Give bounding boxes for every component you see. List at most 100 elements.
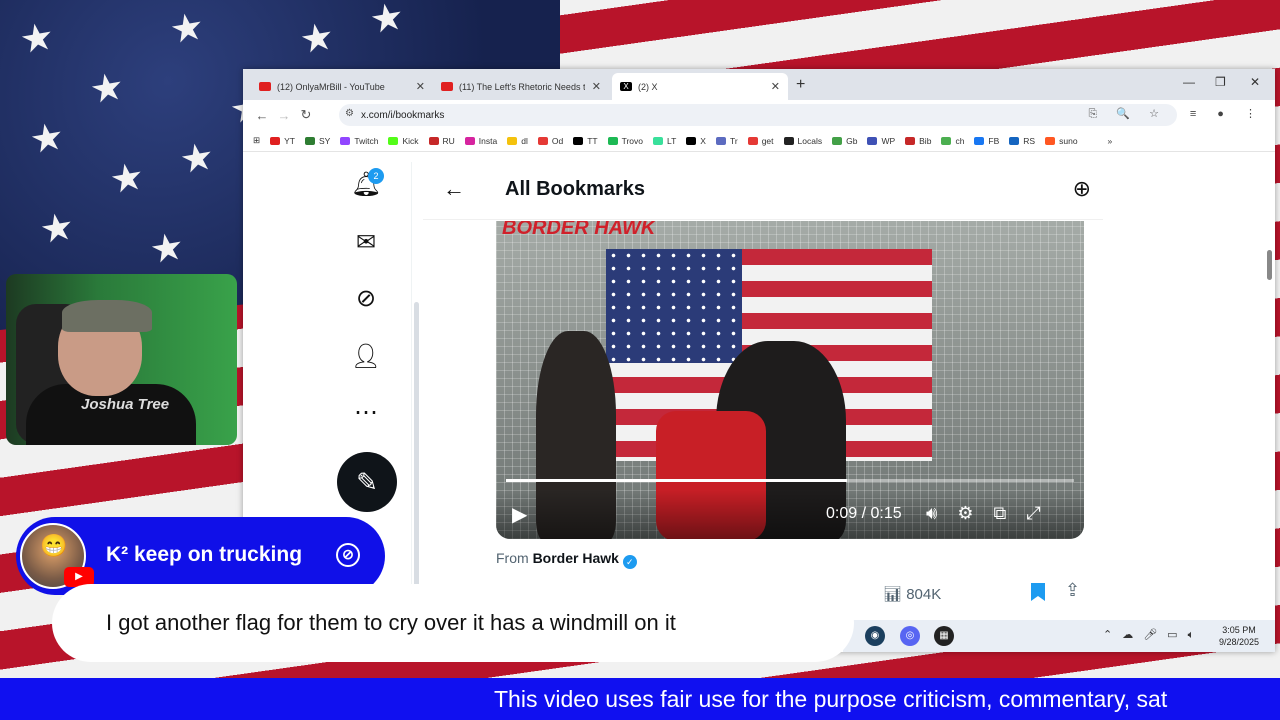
tab-youtube-video[interactable]: (11) The Left's Rhetoric Needs t ✕ — [433, 73, 609, 100]
video-controls: ▶ 0:09 / 0:15 🔊︎⚙⧉⤢ — [496, 489, 1084, 539]
share-icon[interactable]: ⇪ — [1065, 580, 1080, 601]
more-bookmarks-icon[interactable]: » — [1108, 136, 1113, 146]
chat-username: K² keep on trucking — [106, 543, 303, 566]
star-icon: ★ — [366, 0, 408, 43]
bookmark-item[interactable]: TT — [573, 136, 598, 146]
close-icon[interactable]: ✕ — [592, 80, 601, 93]
tab-label: (12) OnlyaMrBill - YouTube — [277, 81, 385, 92]
close-icon[interactable]: ✕ — [771, 80, 780, 93]
divider — [411, 162, 412, 652]
bookmark-item[interactable]: dl — [507, 136, 528, 146]
apps-icon[interactable]: ⊞ — [253, 135, 260, 146]
nav-scrollbar[interactable] — [414, 302, 419, 602]
close-icon[interactable]: ✕ — [416, 80, 425, 93]
star-icon: ★ — [166, 5, 208, 53]
back-arrow-icon[interactable]: ← — [443, 176, 465, 202]
video-control-icons[interactable]: 🔊︎⚙⧉⤢ — [926, 503, 1061, 524]
bookmark-item[interactable]: RU — [428, 136, 455, 146]
more-icon[interactable]: ⋯ — [336, 398, 396, 427]
video-source: From Border Hawk ✓ — [496, 550, 637, 569]
x-icon: X — [620, 82, 632, 91]
bookmark-item[interactable]: Tr — [715, 136, 738, 146]
maximize-button[interactable]: ❐ — [1215, 75, 1226, 89]
bookmark-icon[interactable] — [1031, 583, 1045, 601]
profile-menu-icons[interactable]: ≡ ● ⋮ — [1190, 107, 1265, 120]
from-prefix: From — [496, 550, 529, 566]
taskbar-clock[interactable]: 3:05 PM 9/28/2025 — [1219, 624, 1259, 648]
shirt-text: Joshua Tree — [81, 396, 170, 413]
chat-message-text: I got another flag for them to cry over … — [106, 610, 676, 635]
bookmark-item[interactable]: Trovo — [607, 136, 643, 146]
reload-button[interactable]: ↻ — [295, 107, 317, 123]
new-tab-button[interactable]: + — [796, 76, 805, 94]
video-flag-canton — [606, 249, 742, 363]
tab-bar: (12) OnlyaMrBill - YouTube ✕ (11) The Le… — [243, 69, 1275, 100]
steam-icon[interactable]: ◉ — [865, 626, 885, 646]
bookmark-item[interactable]: LT — [653, 136, 676, 146]
bookmark-item[interactable]: Od — [537, 136, 563, 146]
star-icon: ★ — [296, 15, 338, 63]
bookmark-item[interactable]: Gb — [832, 136, 857, 146]
notifications-icon[interactable]: 🔔︎ — [336, 170, 396, 199]
bookmark-item[interactable]: RS — [1009, 136, 1035, 146]
bookmark-item[interactable]: YT — [270, 136, 295, 146]
analytics-icon: 📊︎ — [883, 586, 903, 603]
star-icon: ★ — [36, 205, 78, 253]
bookmark-item[interactable]: X — [686, 136, 706, 146]
bookmark-item[interactable]: Bib — [905, 136, 931, 146]
x-page: 🔔︎ 2 ✉ ⊘ 👤︎ ⋯ ✎ ← All Bookmarks ⊕ BORDER… — [243, 162, 1275, 652]
play-icon[interactable]: ▶ — [512, 502, 527, 527]
verified-icon: ✓ — [622, 555, 637, 569]
video-time: 0:09 / 0:15 — [826, 505, 902, 522]
views-count[interactable]: 📊︎ 804K — [883, 585, 941, 603]
address-bar-row: ← → ↻ ⚙ x.com/i/bookmarks ⎘ 🔍 ☆ ≡ ● ⋮ — [243, 100, 1275, 130]
bookmark-item[interactable]: get — [747, 136, 774, 146]
moderator-icon: ⊘ — [336, 543, 360, 567]
post-button[interactable]: ✎ — [337, 452, 397, 512]
chat-message: I got another flag for them to cry over … — [52, 584, 854, 662]
bookmark-item[interactable]: suno — [1045, 136, 1078, 146]
video-progress-fill — [506, 479, 847, 482]
bookmark-item[interactable]: FB — [974, 136, 999, 146]
ticker-text: This video uses fair use for the purpose… — [494, 686, 1168, 712]
video-player[interactable]: BORDER HAWK ▶ 0:09 / 0:15 🔊︎⚙⧉⤢ — [496, 221, 1084, 539]
app-icon[interactable]: ▦ — [934, 626, 954, 646]
bookmark-item[interactable]: Locals — [783, 136, 822, 146]
views-label: 804K — [906, 586, 942, 603]
tab-youtube-channel[interactable]: (12) OnlyaMrBill - YouTube ✕ — [251, 73, 433, 100]
url-actions-icons[interactable]: ⎘ 🔍 ☆ — [1089, 107, 1167, 121]
star-icon: ★ — [86, 65, 128, 113]
url-field[interactable]: ⚙ x.com/i/bookmarks ⎘ 🔍 ☆ — [339, 104, 1177, 126]
page-scrollbar[interactable] — [1267, 250, 1272, 280]
source-name[interactable]: Border Hawk — [533, 550, 619, 566]
system-tray-icons[interactable]: ⌃☁🎤︎▭🔈︎ — [1103, 628, 1204, 642]
close-window-button[interactable]: ✕ — [1250, 75, 1260, 89]
tab-x[interactable]: X (2) X ✕ — [612, 73, 788, 100]
back-button[interactable]: ← — [251, 108, 273, 123]
messages-icon[interactable]: ✉ — [336, 228, 396, 257]
notification-badge: 2 — [368, 168, 384, 184]
grok-icon[interactable]: ⊘ — [336, 284, 396, 313]
bookmark-item[interactable]: Kick — [388, 136, 419, 146]
webcam-overlay: Joshua Tree — [6, 274, 237, 445]
star-icon: ★ — [16, 15, 58, 63]
webcam-hat — [62, 300, 152, 332]
profile-icon[interactable]: 👤︎ — [336, 342, 396, 371]
forward-button[interactable]: → — [273, 108, 295, 123]
windows-taskbar: ◉ ◎ ▦ ⌃☁🎤︎▭🔈︎ 3:05 PM 9/28/2025 — [843, 620, 1275, 652]
minimize-button[interactable]: — — [1183, 75, 1195, 89]
bookmark-item[interactable]: SY — [305, 136, 330, 146]
bookmark-item[interactable]: Insta — [464, 136, 497, 146]
site-settings-icon[interactable]: ⚙ — [345, 108, 354, 119]
disclaimer-ticker: This video uses fair use for the purpose… — [0, 678, 1280, 720]
bookmarks-bar: ⊞ YT SY Twitch Kick RU Insta dl Od TT Tr… — [243, 130, 1275, 152]
star-icon: ★ — [176, 135, 218, 183]
discord-icon[interactable]: ◎ — [900, 626, 920, 646]
youtube-icon — [441, 82, 453, 91]
clock-time: 3:05 PM — [1222, 625, 1256, 635]
bookmark-item[interactable]: Twitch — [340, 136, 378, 146]
video-progress-bar[interactable] — [506, 479, 1074, 482]
bookmark-item[interactable]: ch — [941, 136, 964, 146]
bookmark-item[interactable]: WP — [867, 136, 895, 146]
bookmark-folder-add-icon[interactable]: ⊕ — [1073, 176, 1091, 202]
